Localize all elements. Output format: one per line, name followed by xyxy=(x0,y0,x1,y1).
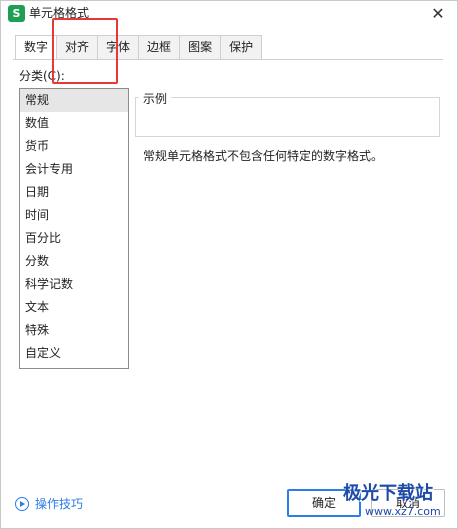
tab-alignment[interactable]: 对齐 xyxy=(56,35,99,59)
category-item-custom[interactable]: 自定义 xyxy=(20,342,128,365)
category-item-text[interactable]: 文本 xyxy=(20,296,128,319)
format-description: 常规单元格格式不包含任何特定的数字格式。 xyxy=(143,149,384,163)
category-label: 分类(C): xyxy=(19,69,65,83)
category-item-date[interactable]: 日期 xyxy=(20,181,128,204)
category-item-currency[interactable]: 货币 xyxy=(20,135,128,158)
play-circle-icon xyxy=(15,496,29,511)
format-cells-dialog: S 单元格格式 ✕ 数字 对齐 字体 边框 图案 保护 分类(C): 常规 数值… xyxy=(0,0,458,529)
category-item-scientific[interactable]: 科学记数 xyxy=(20,273,128,296)
tab-bar: 数字 对齐 字体 边框 图案 保护 xyxy=(15,35,263,60)
category-item-accounting[interactable]: 会计专用 xyxy=(20,158,128,181)
sample-legend: 示例 xyxy=(139,90,172,107)
tab-border[interactable]: 边框 xyxy=(138,35,181,59)
dialog-title: 单元格格式 xyxy=(29,6,90,20)
ok-button[interactable]: 确定 xyxy=(287,489,361,517)
tab-pattern[interactable]: 图案 xyxy=(179,35,222,59)
category-item-percentage[interactable]: 百分比 xyxy=(20,227,128,250)
category-item-general[interactable]: 常规 xyxy=(20,89,128,112)
tab-number[interactable]: 数字 xyxy=(15,35,58,60)
sample-box xyxy=(135,97,440,137)
category-item-special[interactable]: 特殊 xyxy=(20,319,128,342)
wps-spreadsheet-icon: S xyxy=(8,5,25,22)
tips-link[interactable]: 操作技巧 xyxy=(15,495,83,512)
category-item-fraction[interactable]: 分数 xyxy=(20,250,128,273)
tab-protection[interactable]: 保护 xyxy=(220,35,263,59)
close-icon[interactable]: ✕ xyxy=(427,3,449,25)
cancel-button[interactable]: 取消 xyxy=(371,489,445,517)
tips-label: 操作技巧 xyxy=(35,497,84,511)
category-item-number[interactable]: 数值 xyxy=(20,112,128,135)
tab-font[interactable]: 字体 xyxy=(97,35,140,59)
category-item-time[interactable]: 时间 xyxy=(20,204,128,227)
title-bar: S 单元格格式 ✕ xyxy=(1,1,457,27)
category-list[interactable]: 常规 数值 货币 会计专用 日期 时间 百分比 分数 科学记数 文本 特殊 自定… xyxy=(19,88,129,369)
